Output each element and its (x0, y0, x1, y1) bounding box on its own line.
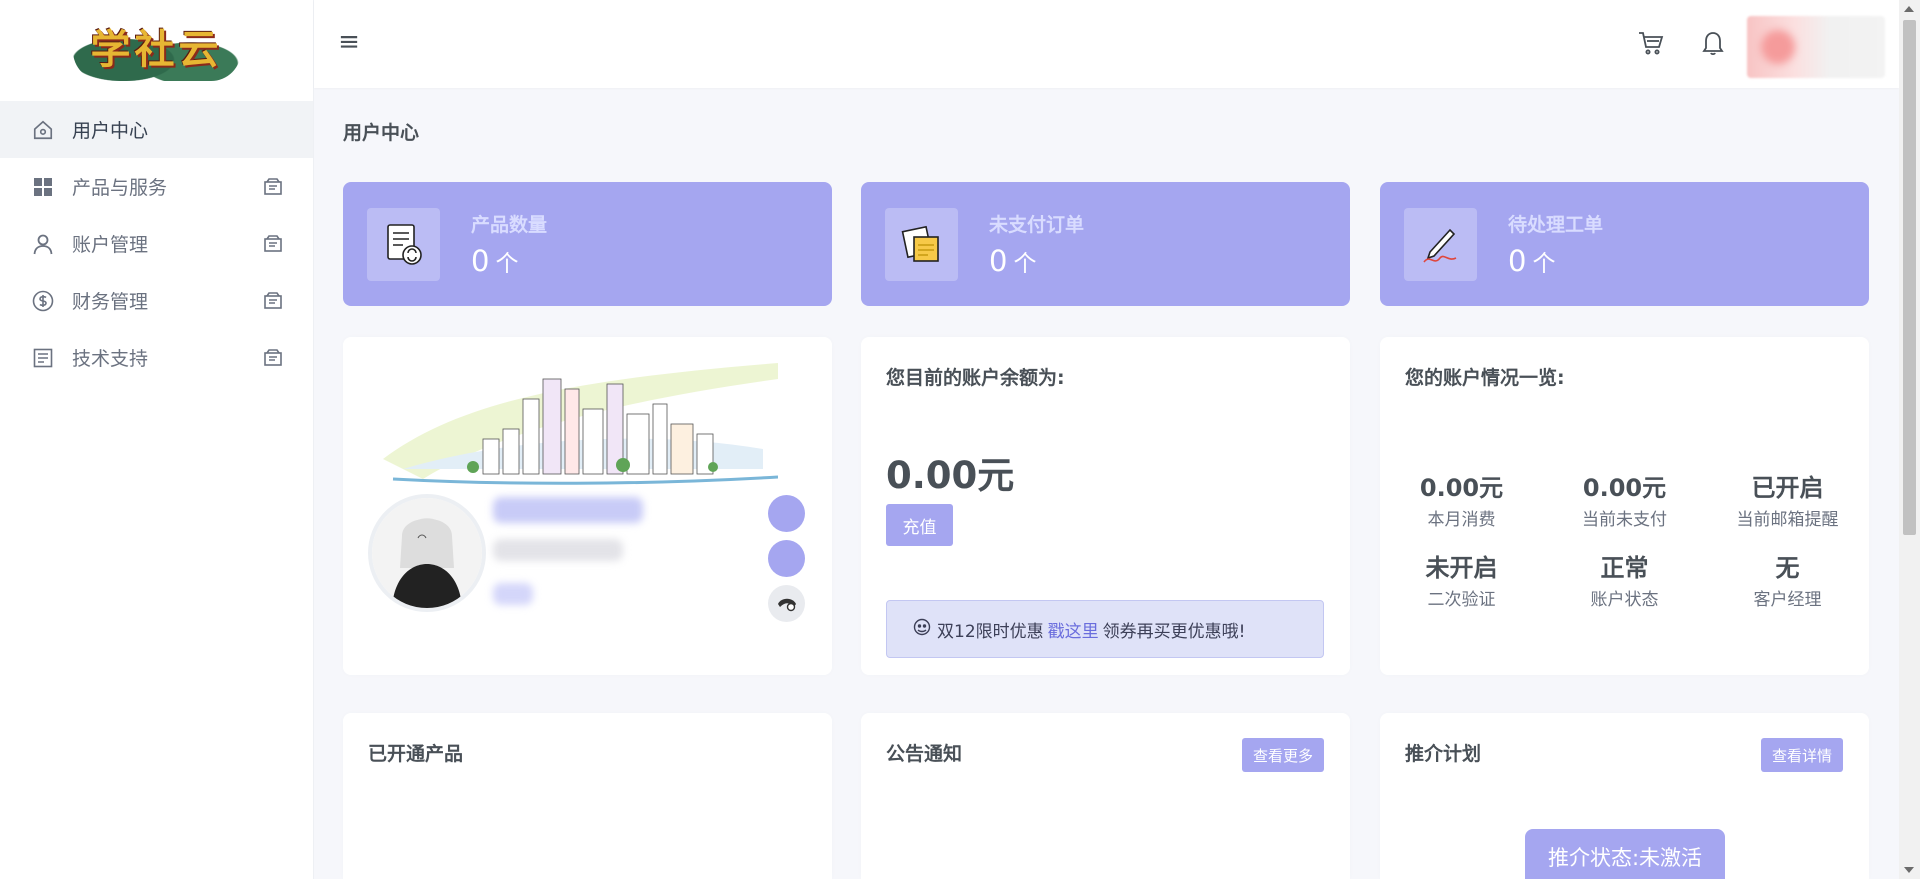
user-email-blurred (493, 539, 623, 561)
scroll-up-arrow[interactable] (1904, 6, 1914, 12)
overview-item-2fa: 未开启 二次验证 (1380, 548, 1543, 610)
view-settings-icon[interactable] (768, 585, 805, 622)
user-avatar[interactable] (368, 494, 486, 612)
profile-action-button-2[interactable] (768, 540, 805, 577)
user-menu-avatar[interactable] (1747, 16, 1885, 78)
promo-suffix: 领券再买更优惠哦! (1102, 621, 1246, 642)
stat-card-pending-tickets[interactable]: 待处理工单 0个 (1380, 182, 1869, 306)
stat-card-products[interactable]: 产品数量 0个 (343, 182, 832, 306)
stat-value: 0个 (1508, 244, 1556, 278)
overview-label: 本月消费 (1427, 510, 1496, 530)
sidebar-item-finance[interactable]: 财务管理 (0, 272, 313, 329)
sidebar: 学社云 用户中心 产品与服务 账户管理 财务管理 技术支持 (0, 0, 314, 879)
scrollbar[interactable] (1899, 0, 1920, 879)
view-more-button[interactable]: 查看更多 (1242, 738, 1324, 772)
sidebar-item-account[interactable]: 账户管理 (0, 215, 313, 272)
overview-label: 当前邮箱提醒 (1736, 510, 1839, 530)
notices-card: 公告通知 查看更多 (861, 713, 1350, 879)
active-products-card: 已开通产品 (343, 713, 832, 879)
city-illustration (383, 363, 778, 485)
product-list-icon (367, 208, 440, 281)
overview-item-monthly-spend: 0.00元 本月消费 (1380, 468, 1543, 530)
overview-label: 客户经理 (1753, 590, 1822, 610)
stat-card-unpaid-orders[interactable]: 未支付订单 0个 (861, 182, 1350, 306)
top-bar: ≡ (314, 0, 1899, 88)
overview-value: 已开启 (1751, 474, 1824, 502)
sidebar-item-support[interactable]: 技术支持 (0, 329, 313, 386)
overview-label: 账户状态 (1590, 590, 1659, 610)
sidebar-item-label: 用户中心 (72, 120, 149, 142)
recharge-button[interactable]: 充值 (886, 504, 953, 546)
wallet-icon (263, 234, 283, 253)
overview-label: 二次验证 (1427, 590, 1496, 610)
promo-banner: 双12限时优惠 戳这里 领券再买更优惠哦! (886, 600, 1324, 658)
referral-card: 推介计划 查看详情 推介状态:未激活 (1380, 713, 1869, 879)
referral-heading: 推介计划 (1405, 743, 1482, 765)
overview-item-email-alert: 已开启 当前邮箱提醒 (1706, 468, 1869, 530)
coupon-icon (913, 618, 931, 641)
stat-title: 未支付订单 (989, 214, 1085, 236)
sidebar-item-label: 技术支持 (72, 348, 149, 370)
overview-item-account-status: 正常 账户状态 (1543, 548, 1706, 610)
stat-value: 0个 (471, 244, 519, 278)
overview-label: 当前未支付 (1582, 510, 1667, 530)
sidebar-item-user-center[interactable]: 用户中心 (0, 101, 313, 158)
stat-title: 产品数量 (471, 214, 548, 236)
sidebar-item-products[interactable]: 产品与服务 (0, 158, 313, 215)
overview-item-account-manager: 无 客户经理 (1706, 548, 1869, 610)
promo-prefix: 双12限时优惠 (937, 621, 1044, 642)
referral-status-badge[interactable]: 推介状态:未激活 (1525, 829, 1725, 879)
overview-value: 0.00元 (1582, 474, 1667, 502)
sidebar-item-label: 财务管理 (72, 291, 149, 313)
overview-value: 未开启 (1425, 554, 1498, 582)
view-details-button[interactable]: 查看详情 (1761, 738, 1843, 772)
overview-value: 0.00元 (1419, 474, 1504, 502)
sidebar-item-label: 账户管理 (72, 234, 149, 256)
logo[interactable]: 学社云 (0, 0, 313, 91)
scroll-thumb[interactable] (1903, 20, 1916, 535)
overview-value: 无 (1775, 554, 1800, 582)
overview-value: 正常 (1600, 554, 1649, 582)
profile-card (343, 337, 832, 675)
cart-icon[interactable] (1636, 28, 1666, 58)
balance-heading: 您目前的账户余额为: (886, 367, 1065, 389)
menu-toggle-icon[interactable]: ≡ (334, 27, 364, 57)
overview-heading: 您的账户情况一览: (1405, 367, 1565, 389)
wallet-icon (263, 348, 283, 367)
wallet-icon (263, 291, 283, 310)
sidebar-item-label: 产品与服务 (72, 177, 168, 199)
logo-text: 学社云 (73, 11, 241, 81)
grid-icon (32, 176, 54, 198)
balance-card: 您目前的账户余额为: 0.00元 充值 双12限时优惠 戳这里 领券再买更优惠哦… (861, 337, 1350, 675)
account-overview-card: 您的账户情况一览: 0.00元 本月消费 0.00元 当前未支付 已开启 当前邮… (1380, 337, 1869, 675)
user-icon (32, 233, 54, 255)
pen-signature-icon (1404, 208, 1477, 281)
side-nav: 用户中心 产品与服务 账户管理 财务管理 技术支持 (0, 101, 313, 386)
stat-title: 待处理工单 (1508, 214, 1604, 236)
wallet-icon (263, 177, 283, 196)
bell-icon[interactable] (1698, 28, 1728, 58)
scroll-down-arrow[interactable] (1904, 867, 1914, 873)
overview-item-unpaid: 0.00元 当前未支付 (1543, 468, 1706, 530)
username-blurred (493, 497, 643, 523)
home-icon (32, 119, 54, 141)
document-icon (32, 347, 54, 369)
user-level-blurred (493, 583, 533, 605)
profile-action-button-1[interactable] (768, 495, 805, 532)
sticky-note-icon (885, 208, 958, 281)
stat-value: 0个 (989, 244, 1037, 278)
balance-amount: 0.00元 (886, 454, 1015, 497)
notices-heading: 公告通知 (886, 743, 963, 765)
page-title: 用户中心 (343, 122, 420, 144)
dollar-icon (32, 290, 54, 312)
products-heading: 已开通产品 (368, 743, 464, 765)
promo-link[interactable]: 戳这里 (1048, 617, 1099, 642)
